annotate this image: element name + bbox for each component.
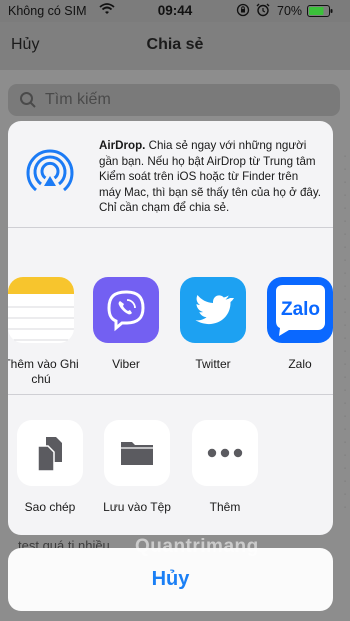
airdrop-description: AirDrop. Chia sẻ ngay với những người gầ… — [99, 138, 321, 216]
airdrop-title: AirDrop. — [99, 139, 146, 152]
background-nav-bar: Hủy Chia sẻ — [0, 22, 350, 70]
action-more-label: Thêm — [209, 500, 241, 514]
app-twitter-label: Twitter — [195, 357, 231, 371]
folder-icon — [104, 420, 170, 486]
app-zalo[interactable]: Zalo Zalo — [260, 277, 333, 372]
app-viber-label: Viber — [112, 357, 140, 371]
alphabet-index: · · · · · · · · · · · · · · · · · · · · · · · · · · · · — [343, 153, 347, 511]
app-zalo-label: Zalo — [288, 357, 312, 371]
action-more[interactable]: Thêm — [180, 420, 270, 514]
copy-icon — [17, 420, 83, 486]
twitter-icon — [180, 277, 246, 343]
action-save-to-files-label: Lưu vào Tệp — [103, 500, 171, 514]
background-title: Chia sẻ — [146, 36, 204, 53]
viber-icon — [93, 277, 159, 343]
battery-percent: 70% — [277, 4, 303, 18]
share-sheet: AirDrop. Chia sẻ ngay với những người gầ… — [8, 121, 333, 535]
action-row: Sao chép Lưu vào Tệp Thêm — [8, 395, 333, 535]
orientation-lock-icon — [236, 3, 250, 20]
zalo-icon: Zalo — [267, 277, 333, 343]
airdrop-icon — [26, 149, 74, 192]
action-copy-label: Sao chép — [24, 500, 76, 514]
watermark: Quantrimang — [135, 536, 259, 557]
action-copy[interactable]: Sao chép — [8, 420, 95, 514]
action-save-to-files[interactable]: Lưu vào Tệp — [92, 420, 182, 514]
svg-text:Zalo: Zalo — [281, 299, 320, 320]
background-search-field: Tìm kiếm — [8, 84, 340, 116]
battery-icon — [307, 5, 333, 20]
app-row[interactable]: Thêm vào Ghi chú Viber Twitter Zalo Zalo — [8, 228, 333, 394]
search-placeholder: Tìm kiếm — [45, 91, 111, 108]
notes-icon — [8, 277, 74, 343]
alarm-icon — [256, 3, 270, 20]
search-icon — [19, 91, 37, 114]
more-icon — [192, 420, 258, 486]
app-notes[interactable]: Thêm vào Ghi chú — [8, 277, 81, 387]
airdrop-section[interactable]: AirDrop. Chia sẻ ngay với những người gầ… — [8, 121, 333, 227]
status-bar: Không có SIM 09:44 70% — [0, 0, 350, 22]
app-viber[interactable]: Viber — [86, 277, 166, 372]
app-twitter[interactable]: Twitter — [173, 277, 253, 372]
app-notes-label: Thêm vào Ghi chú — [8, 357, 79, 386]
